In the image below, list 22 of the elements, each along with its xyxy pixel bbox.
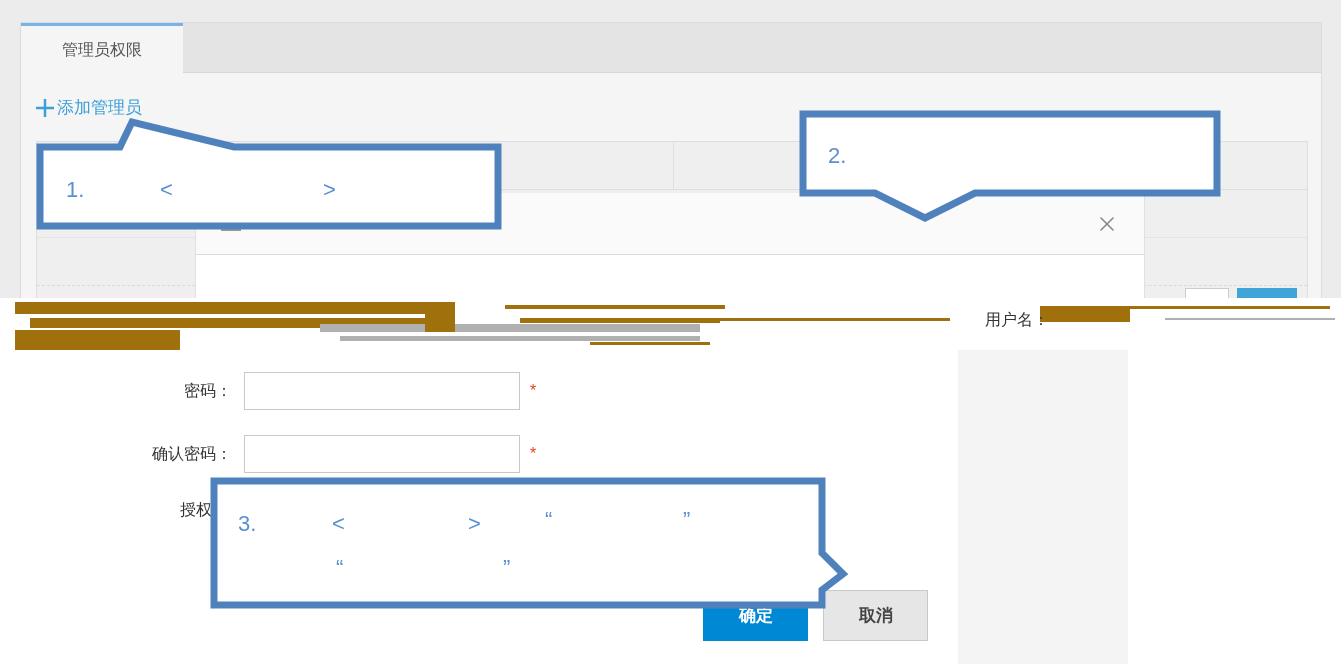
required-mark: *: [530, 444, 537, 464]
callout-text: 3.: [238, 510, 257, 538]
callout-text: “: [336, 554, 344, 582]
callout-text: 2.: [828, 142, 847, 170]
username-label: 用户名：: [985, 310, 1049, 330]
password-field[interactable]: [244, 435, 520, 473]
callout-text: 1.: [66, 176, 85, 204]
callout-text: ”: [503, 554, 511, 582]
callout-text: >: [468, 510, 481, 538]
callout-text: <: [160, 176, 173, 204]
cancel-button[interactable]: 取消: [823, 590, 928, 641]
callout-text: ”: [683, 506, 691, 534]
required-mark: *: [530, 381, 537, 401]
field-label: 确认密码：: [151, 444, 232, 464]
plus-icon: [35, 97, 55, 118]
callout-text: >: [323, 176, 336, 204]
callout-text: “: [545, 506, 553, 534]
field-label: 授权: [180, 501, 212, 518]
field-label: 密码：: [183, 381, 232, 401]
password-field[interactable]: [244, 372, 520, 410]
tab[interactable]: 管理员权限: [21, 23, 183, 73]
callout-text: <: [332, 510, 345, 538]
